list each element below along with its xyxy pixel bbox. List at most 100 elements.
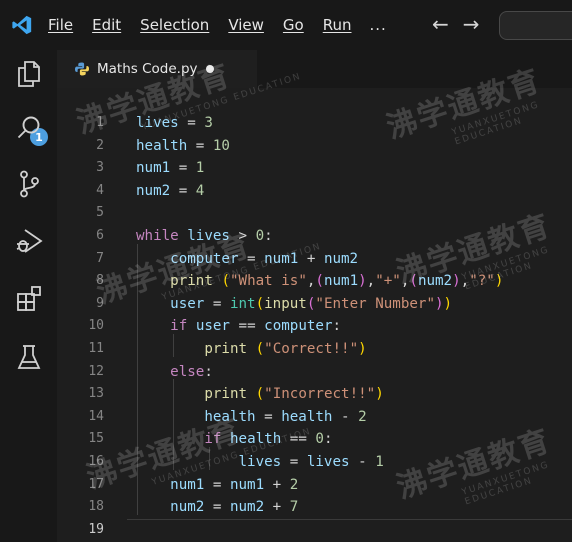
code-token: ( (221, 273, 230, 290)
code-token: "What is" (229, 273, 307, 290)
testing-flask-icon[interactable] (14, 342, 44, 374)
code-token: = (204, 476, 230, 493)
code-token: num2 (229, 499, 265, 516)
menu-more[interactable]: ... (370, 16, 387, 34)
search-icon[interactable] (14, 112, 44, 144)
line-number: 2 (96, 137, 104, 153)
code-token: num1 (229, 476, 265, 493)
navigation: ← → (432, 12, 480, 36)
line-number: 1 (96, 115, 104, 130)
code-editor[interactable]: 1 2 3 4 5 6 7 8 9 10 11 12 13 14 15 16 17 18 19 lives = 3h… (57, 108, 572, 542)
code-token: user (170, 295, 205, 312)
code-token: "Incorrect!!" (264, 386, 376, 403)
code-token: lives (136, 115, 179, 131)
menu-go[interactable]: Go (283, 16, 304, 34)
code-line: user = int(input("Enter Number")) (136, 293, 452, 316)
code-token: "Correct!!" (264, 341, 359, 357)
code-token: "?" (469, 273, 495, 290)
menu-run[interactable]: Run (323, 16, 352, 34)
line-number: 7 (96, 250, 104, 266)
code-token: 3 (204, 115, 213, 131)
code-token: ( (255, 386, 265, 403)
code-token: = (238, 250, 265, 267)
code-token: lives (238, 454, 282, 470)
line-number: 6 (96, 228, 104, 243)
line-number: 11 (88, 341, 104, 356)
code-token: 0 (255, 228, 265, 244)
code-token: 2 (358, 408, 367, 425)
line-number: 14 (88, 408, 104, 424)
code-line: lives = 3 (136, 112, 213, 135)
code-line: computer = num1 + num2 (136, 248, 358, 271)
code-token: computer (264, 318, 333, 335)
code-token: = (170, 182, 196, 199)
activity-bar: 1 (0, 50, 57, 542)
menu-view[interactable]: View (228, 16, 264, 34)
line-number: 13 (88, 386, 104, 402)
code-token: ( (409, 273, 418, 290)
code-line: num2 = num2 + 7 (136, 496, 298, 519)
editor-top-spacer (57, 88, 572, 108)
code-token: = (187, 137, 213, 154)
code-line: health = 10 (136, 135, 230, 158)
code-line: print ("Correct!!") (136, 338, 367, 361)
unsaved-dot-icon[interactable] (205, 65, 214, 73)
source-control-icon[interactable] (14, 168, 44, 200)
code-token: ) (375, 386, 384, 403)
code-token: health (204, 408, 256, 425)
tab-maths-code[interactable]: Maths Code.py (57, 50, 257, 88)
command-center-search[interactable] (499, 11, 572, 40)
code-token: if (170, 318, 188, 335)
code-token: health (136, 137, 188, 154)
extensions-icon[interactable] (14, 283, 44, 315)
line-number: 9 (96, 295, 104, 311)
code-token: ) (452, 273, 461, 290)
tab-bar: Maths Code.py (57, 50, 572, 88)
code-token: = (170, 160, 196, 177)
code-token: print (170, 273, 213, 290)
menu-file[interactable]: File (48, 16, 73, 34)
code-token: num1 (136, 160, 171, 177)
code-token: 1 (195, 160, 205, 177)
code-token: , (460, 273, 470, 290)
code-token: num1 (264, 250, 299, 267)
files-icon[interactable] (14, 58, 44, 90)
code-token: 4 (195, 182, 205, 199)
menu-selection[interactable]: Selection (140, 16, 209, 34)
line-number: 12 (88, 363, 104, 379)
code-token: while (136, 228, 179, 244)
back-arrow-icon[interactable]: ← (432, 12, 449, 36)
code-token: = (255, 408, 282, 425)
current-line-highlight (127, 518, 572, 542)
forward-arrow-icon[interactable]: → (463, 12, 480, 36)
code-line: print ("What is",(num1),"+",(num2),"?") (136, 270, 503, 293)
code-token: num2 (417, 273, 453, 290)
code-token: ) (358, 341, 367, 357)
code-token: - (349, 454, 376, 470)
code-token: ( (315, 273, 324, 290)
code-line: else: (136, 361, 213, 384)
code-line: num2 = 4 (136, 180, 204, 203)
code-token: ) (435, 295, 444, 312)
code-token: num2 (170, 499, 205, 516)
run-debug-icon[interactable] (14, 225, 44, 257)
code-line: print ("Incorrect!!") (136, 383, 384, 406)
code-token: ) (443, 295, 453, 312)
menu-edit[interactable]: Edit (92, 16, 121, 34)
code-token: user (195, 318, 230, 335)
code-token: input (264, 295, 307, 312)
